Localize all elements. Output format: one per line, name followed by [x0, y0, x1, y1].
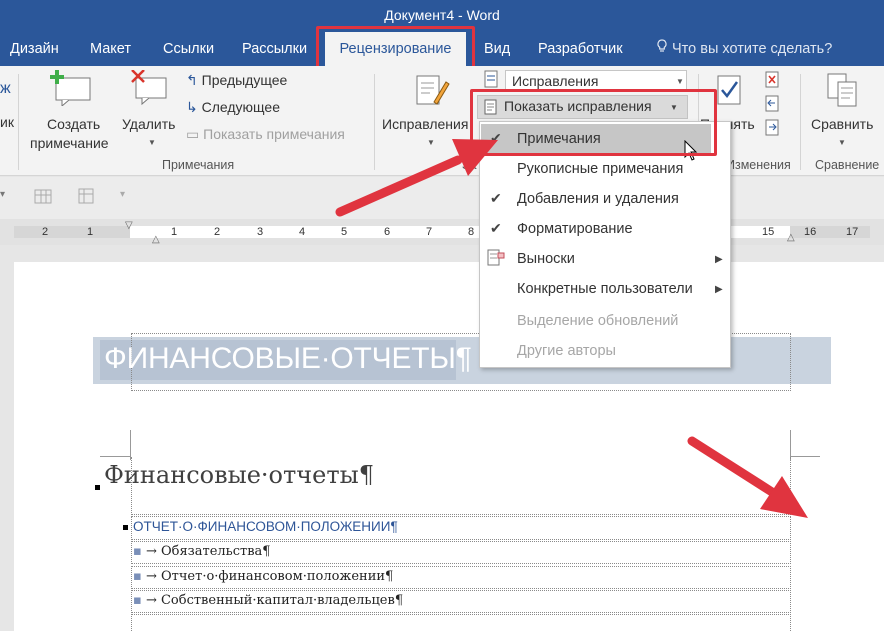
annotation-arrows: [335, 139, 808, 518]
annotation-arrow: [335, 139, 498, 217]
annotation-arrow: [687, 436, 808, 518]
